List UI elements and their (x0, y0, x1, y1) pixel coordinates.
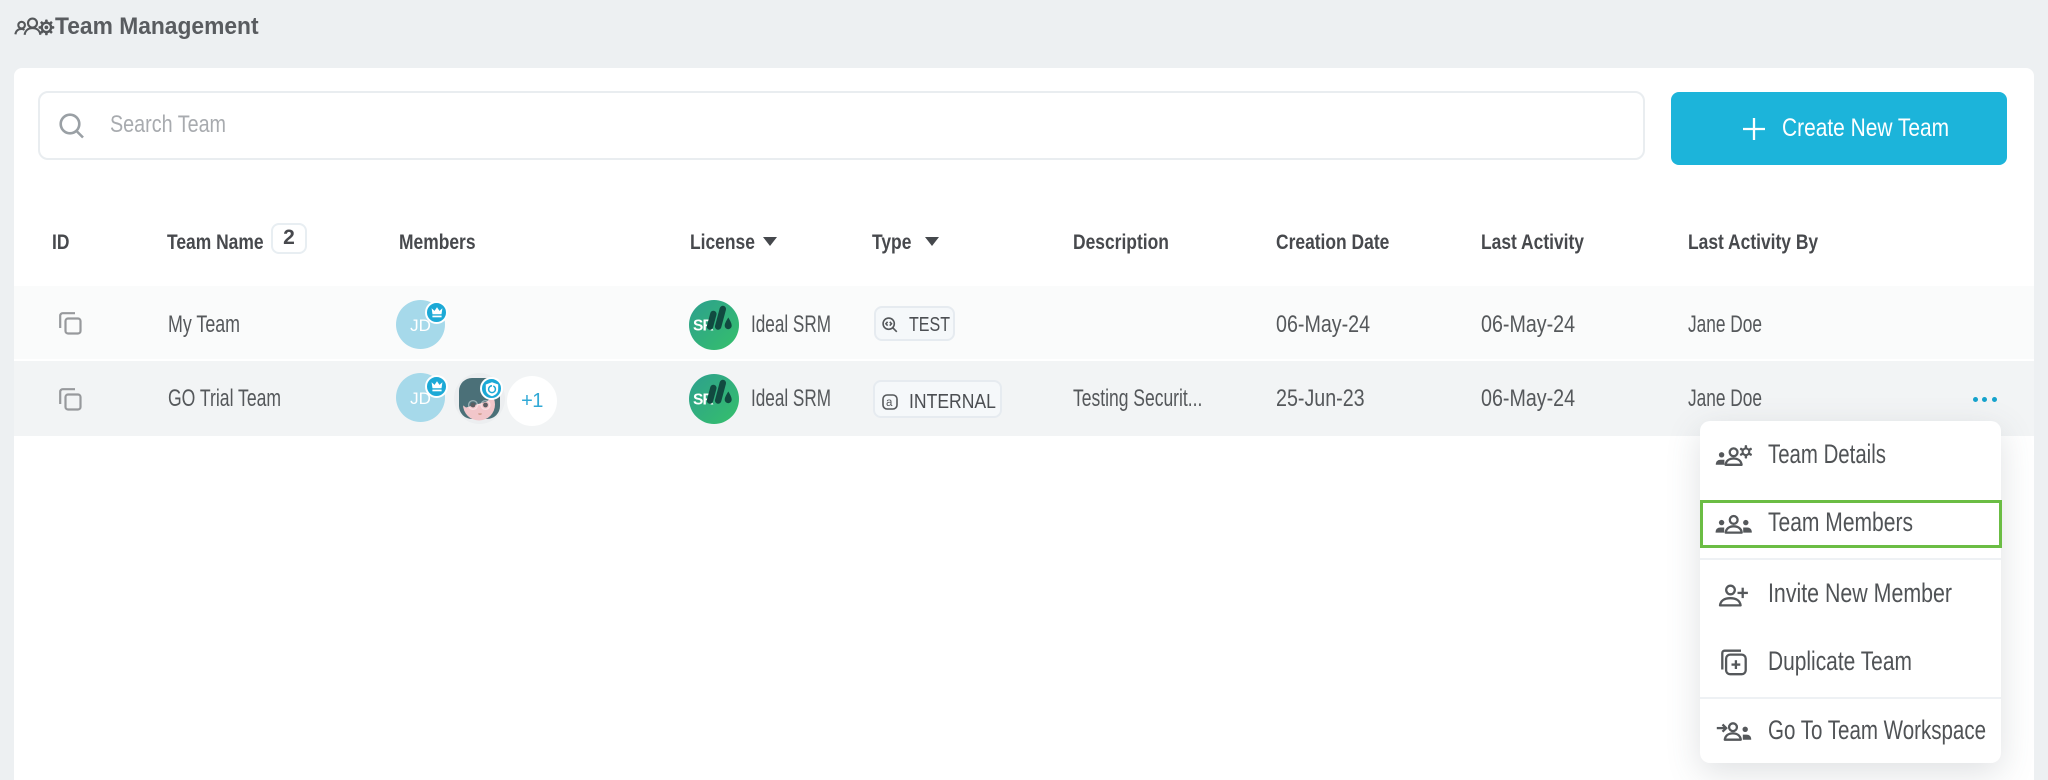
svg-text:a: a (886, 397, 893, 409)
